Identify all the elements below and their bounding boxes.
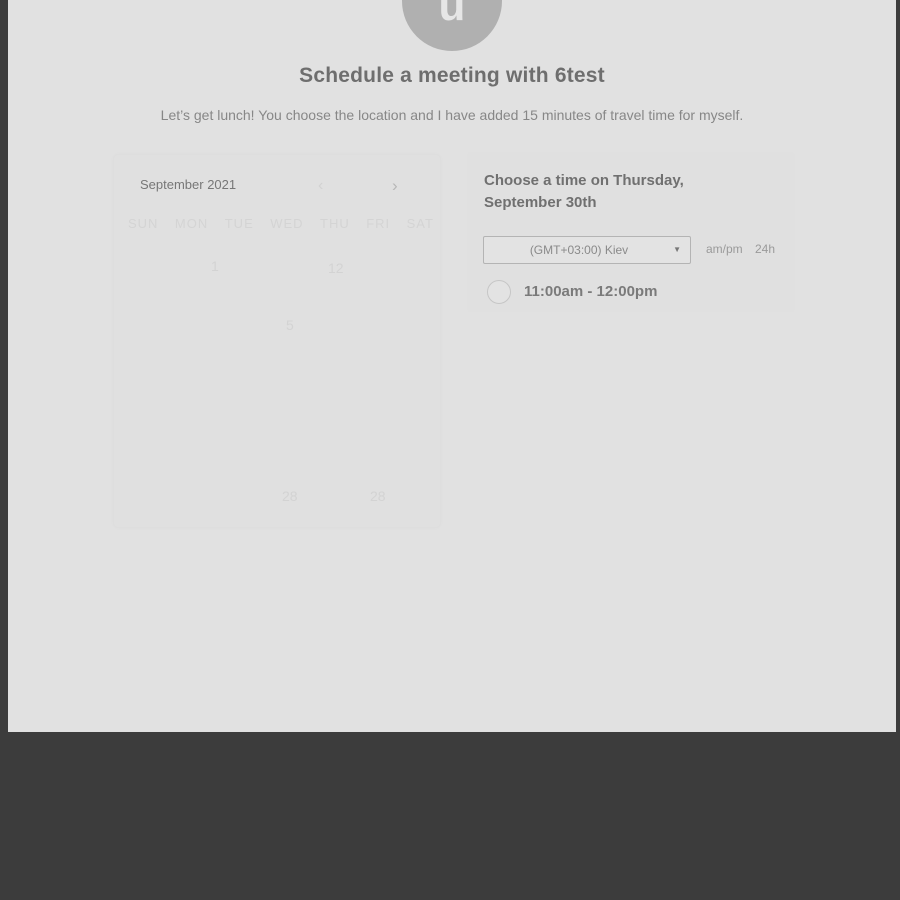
selected-date-heading: Choose a time on Thursday, September 30t… <box>484 172 684 211</box>
left-edge <box>0 0 8 732</box>
page-title: Schedule a meeting with 6test <box>299 64 605 87</box>
weekday-mon: MON <box>174 216 209 231</box>
time-selection-panel: Choose a time on Thursday, September 30t… <box>467 152 795 312</box>
caret-down-icon: ▼ <box>673 245 681 254</box>
time-slot-label[interactable]: 11:00am - 12:00pm <box>524 283 657 300</box>
next-month-icon[interactable]: › <box>392 176 398 196</box>
avatar-letter: u <box>438 0 466 30</box>
weekday-header: SUN MON TUE WED THU FRI SAT <box>128 216 434 231</box>
calendar-day: 1 <box>211 258 219 274</box>
calendar-day: 28 <box>282 488 298 504</box>
calendar-day: 28 <box>370 488 386 504</box>
scheduling-page: u Schedule a meeting with 6test Let’s ge… <box>8 0 896 732</box>
previous-month-icon[interactable]: ‹ <box>318 177 323 195</box>
timezone-select[interactable]: (GMT+03:00) Kiev ▼ <box>483 236 691 264</box>
weekday-tue: TUE <box>224 216 254 231</box>
weekday-thu: THU <box>320 216 350 231</box>
calendar-day: 12 <box>328 260 344 276</box>
weekday-fri: FRI <box>366 216 391 231</box>
24h-format-toggle[interactable]: 24h <box>755 242 775 256</box>
weekday-sun: SUN <box>128 216 159 231</box>
weekday-sat: SAT <box>406 216 434 231</box>
weekday-wed: WED <box>270 216 304 231</box>
ampm-format-toggle[interactable]: am/pm <box>706 242 743 256</box>
calendar-day: 5 <box>286 317 294 333</box>
time-slot-radio[interactable] <box>487 280 511 304</box>
calendar-month-label: September 2021 <box>140 177 237 192</box>
right-edge <box>896 0 900 732</box>
event-description: Let’s get lunch! You choose the location… <box>160 107 744 123</box>
date-calendar: September 2021 ‹ › SUN MON TUE WED THU F… <box>114 155 440 527</box>
host-avatar: u <box>402 0 502 51</box>
timezone-value: (GMT+03:00) Kiev <box>529 243 629 257</box>
